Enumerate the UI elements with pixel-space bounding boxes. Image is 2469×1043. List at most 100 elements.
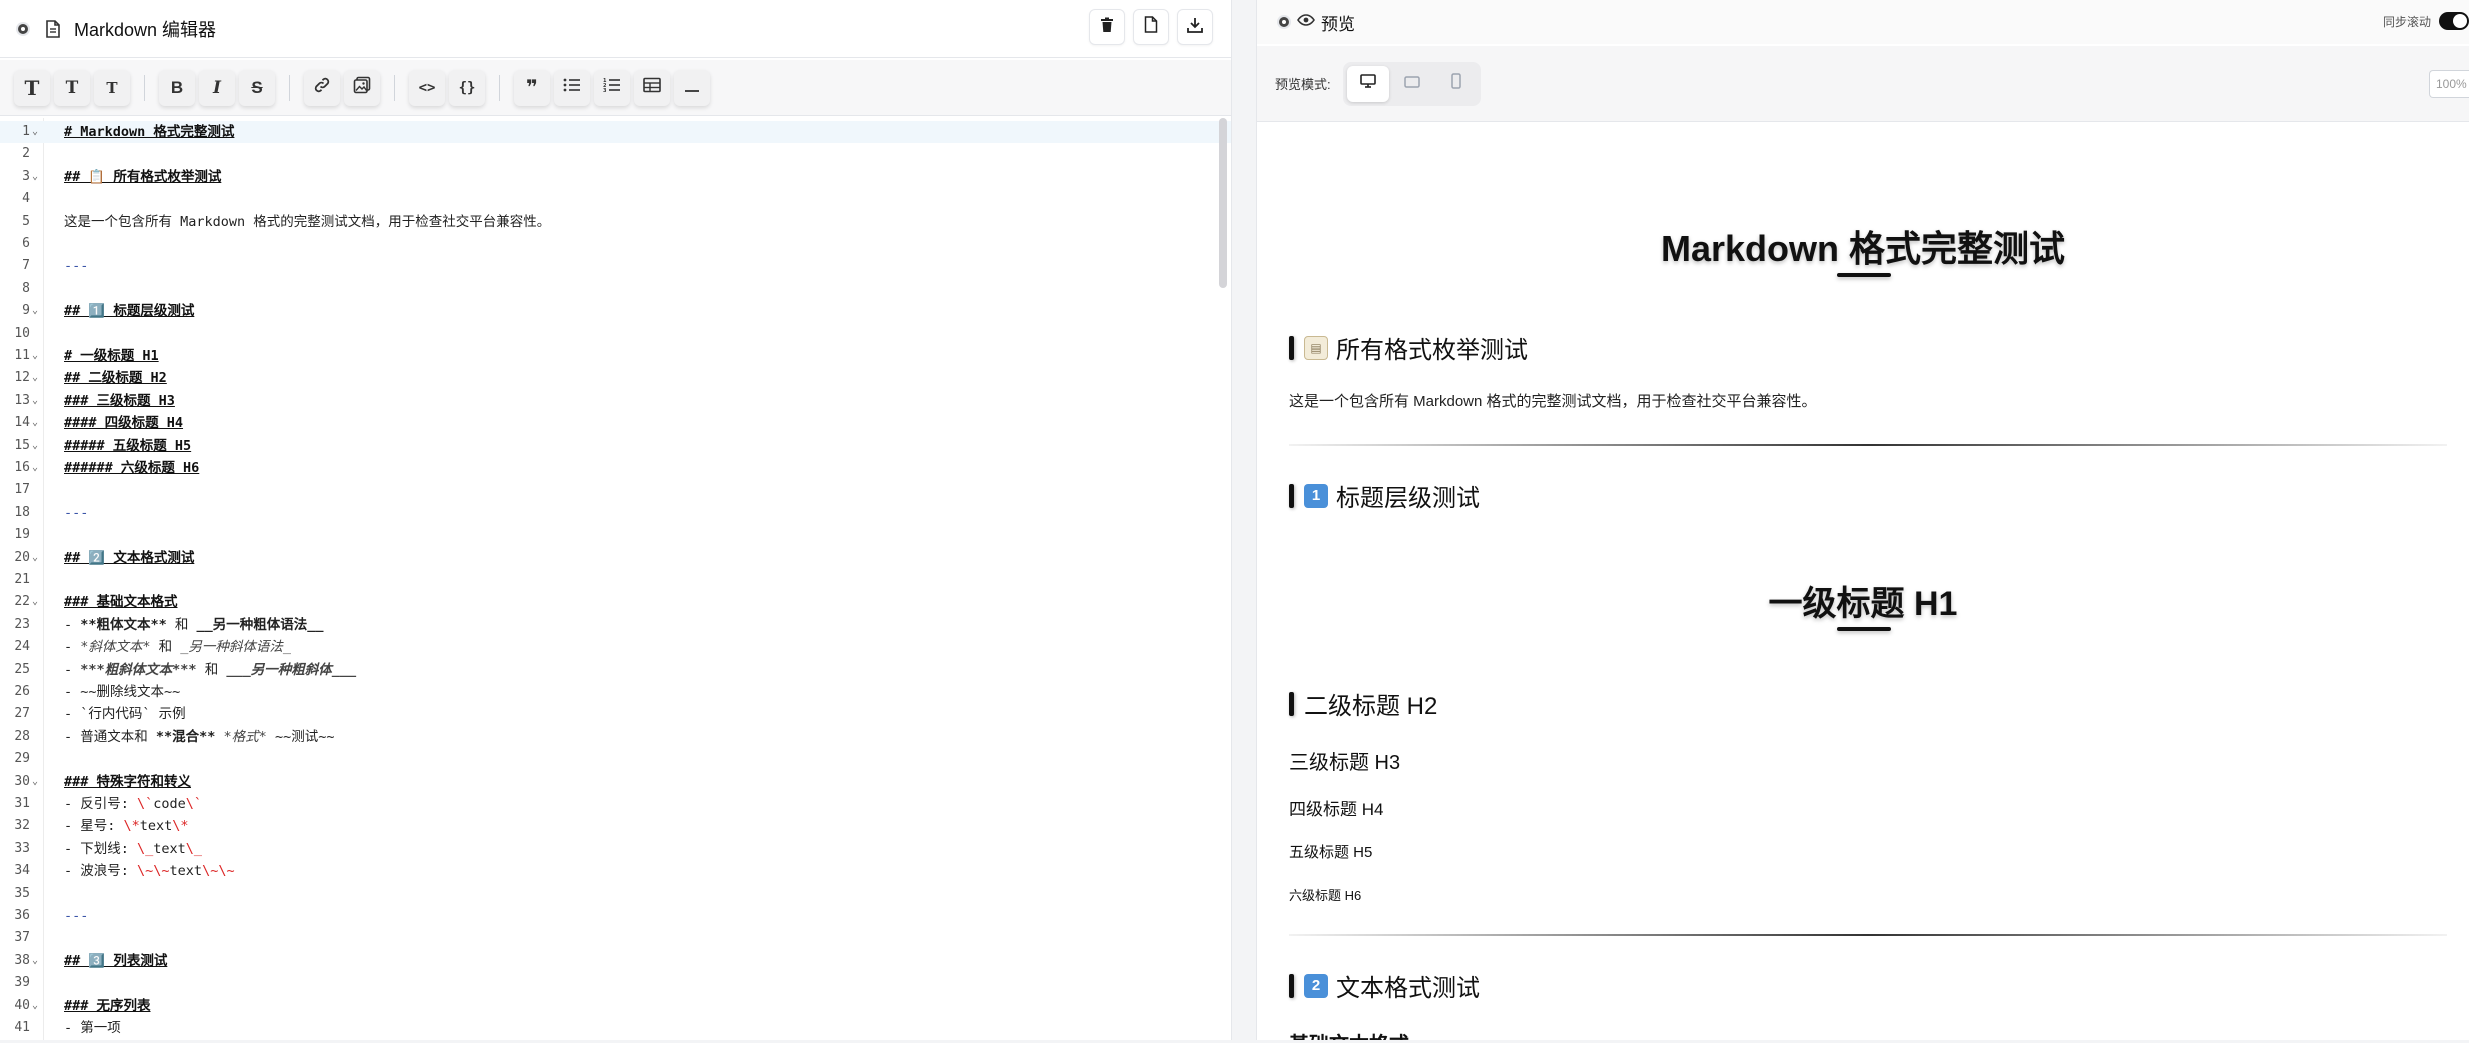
code-line[interactable]: 38 ⌄ ## 3️⃣ 列表测试 xyxy=(0,950,1231,972)
code-line[interactable]: 29 xyxy=(0,748,1231,770)
clear-button[interactable] xyxy=(1089,9,1125,45)
desktop-mode-button[interactable] xyxy=(1346,65,1389,102)
download-icon xyxy=(1187,17,1203,38)
fold-chevron-icon[interactable]: ⌄ xyxy=(32,995,38,1017)
code-line[interactable]: 20 ⌄ ## 2️⃣ 文本格式测试 xyxy=(0,547,1231,569)
code-line[interactable]: 5 这是一个包含所有 Markdown 格式的完整测试文档，用于检查社交平台兼容性… xyxy=(0,211,1231,233)
preview-h3-partial: 基础文本格式 xyxy=(1289,1028,1409,1040)
zoom-input[interactable]: 100% xyxy=(2429,70,2469,98)
line-text: ### 无序列表 xyxy=(64,997,151,1014)
preview-mode-bar: 预览模式: 100% xyxy=(1257,46,2469,122)
new-file-button[interactable] xyxy=(1133,9,1169,45)
line-number: 9 xyxy=(22,303,30,319)
keycap-two-icon: 2 xyxy=(1304,973,1328,998)
code-line[interactable]: 16 ⌄ ###### 六级标题 H6 xyxy=(0,457,1231,479)
inline-code-button[interactable]: <> xyxy=(409,69,445,106)
code-line[interactable]: 15 ⌄ ##### 五级标题 H5 xyxy=(0,435,1231,457)
fold-chevron-icon[interactable]: ⌄ xyxy=(32,591,38,613)
quote-button[interactable]: ❞ xyxy=(514,69,550,106)
code-line[interactable]: 18 --- xyxy=(0,502,1231,524)
code-line[interactable]: 24 - *斜体文本* 和 _另一种斜体语法_ xyxy=(0,636,1231,658)
fold-chevron-icon[interactable]: ⌄ xyxy=(32,457,38,479)
code-line[interactable]: 8 xyxy=(0,278,1231,300)
code-line[interactable]: 2 xyxy=(0,143,1231,165)
code-line[interactable]: 11 ⌄ # 一级标题 H1 xyxy=(0,345,1231,367)
sync-scroll-toggle[interactable] xyxy=(2439,12,2469,30)
fold-chevron-icon[interactable]: ⌄ xyxy=(32,771,38,793)
code-line[interactable]: 21 xyxy=(0,569,1231,591)
code-line[interactable]: 36 --- xyxy=(0,905,1231,927)
unordered-list-button[interactable] xyxy=(554,69,590,106)
code-line[interactable]: 34 - 波浪号: \~\~text\~\~ xyxy=(0,860,1231,882)
code-line[interactable]: 10 xyxy=(0,323,1231,345)
code-block-button[interactable]: {} xyxy=(449,69,485,106)
code-line[interactable]: 33 - 下划线: \_text\_ xyxy=(0,838,1231,860)
code-line[interactable]: 31 - 反引号: \`code\` xyxy=(0,793,1231,815)
fold-chevron-icon[interactable]: ⌄ xyxy=(32,950,38,972)
code-line[interactable]: 7 --- xyxy=(0,255,1231,277)
fold-chevron-icon[interactable]: ⌄ xyxy=(32,547,38,569)
line-number: 23 xyxy=(14,616,30,632)
bold-button[interactable]: B xyxy=(159,69,195,106)
code-line[interactable]: 1 ⌄ # Markdown 格式完整测试 xyxy=(0,121,1231,144)
code-line[interactable]: 28 - 普通文本和 **混合** *格式* ~~测试~~ xyxy=(0,726,1231,748)
code-line[interactable]: 19 xyxy=(0,524,1231,546)
code-line[interactable]: 39 xyxy=(0,972,1231,994)
code-line[interactable]: 17 xyxy=(0,479,1231,501)
monitor-icon xyxy=(1359,74,1376,93)
heading-bar xyxy=(1289,691,1294,716)
fold-chevron-icon[interactable]: ⌄ xyxy=(32,435,38,457)
italic-button[interactable]: I xyxy=(199,69,235,106)
sync-scroll-control: 同步滚动 xyxy=(2383,12,2469,30)
fold-chevron-icon[interactable]: ⌄ xyxy=(32,121,38,143)
link-button[interactable] xyxy=(304,69,340,106)
line-text: - 星号: \*text\* xyxy=(64,818,189,835)
download-button[interactable] xyxy=(1177,9,1213,45)
preview-paragraph: 这是一个包含所有 Markdown 格式的完整测试文档，用于检查社交平台兼容性。 xyxy=(1289,393,1817,410)
code-line[interactable]: 32 - 星号: \*text\* xyxy=(0,815,1231,837)
fold-chevron-icon[interactable]: ⌄ xyxy=(32,412,38,434)
horizontal-rule-button[interactable] xyxy=(674,69,710,106)
code-line[interactable]: 37 xyxy=(0,927,1231,949)
line-number: 25 xyxy=(14,661,30,677)
minus-icon xyxy=(684,78,700,98)
fold-chevron-icon[interactable]: ⌄ xyxy=(32,300,38,322)
code-line[interactable]: 9 ⌄ ## 1️⃣ 标题层级测试 xyxy=(0,300,1231,322)
heading2-button[interactable]: T xyxy=(54,69,90,106)
heading1-button[interactable]: T xyxy=(14,69,50,106)
fold-chevron-icon[interactable]: ⌄ xyxy=(32,367,38,389)
editor-scrollbar[interactable] xyxy=(1219,118,1227,288)
code-line[interactable]: 41 - 第一项 xyxy=(0,1017,1231,1039)
code-line[interactable]: 3 ⌄ ## 📋 所有格式枚举测试 xyxy=(0,166,1231,188)
heading3-button[interactable]: T xyxy=(94,69,130,106)
clipboard-icon: ▤ xyxy=(1304,335,1328,360)
preview-mode-label: 预览模式: xyxy=(1275,77,1331,92)
ordered-list-button[interactable]: 123 xyxy=(594,69,630,106)
code-line[interactable]: 22 ⌄ ### 基础文本格式 xyxy=(0,591,1231,613)
fold-chevron-icon[interactable]: ⌄ xyxy=(32,166,38,188)
markdown-input[interactable]: 1 ⌄ # Markdown 格式完整测试 2 3 ⌄ ## 📋 所有格式枚举测试 4 5 这是一… xyxy=(0,118,1231,1040)
horizontal-rule xyxy=(1289,934,2447,936)
code-line[interactable]: 6 xyxy=(0,233,1231,255)
code-line[interactable]: 26 - ~~删除线文本~~ xyxy=(0,681,1231,703)
h2-text: 二级标题 H2 xyxy=(1304,693,1438,720)
fold-chevron-icon[interactable]: ⌄ xyxy=(32,345,38,367)
table-button[interactable] xyxy=(634,69,670,106)
code-line[interactable]: 30 ⌄ ### 特殊字符和转义 xyxy=(0,771,1231,793)
code-line[interactable]: 12 ⌄ ## 二级标题 H2 xyxy=(0,367,1231,389)
code-line[interactable]: 40 ⌄ ### 无序列表 xyxy=(0,995,1231,1017)
code-line[interactable]: 13 ⌄ ### 三级标题 H3 xyxy=(0,390,1231,412)
mobile-mode-button[interactable] xyxy=(1435,66,1477,102)
image-button[interactable] xyxy=(344,69,380,106)
code-line[interactable]: 27 - `行内代码` 示例 xyxy=(0,703,1231,725)
code-line[interactable]: 23 - **粗体文本** 和 __另一种粗体语法__ xyxy=(0,614,1231,636)
fold-chevron-icon[interactable]: ⌄ xyxy=(32,390,38,412)
code-line[interactable]: 4 xyxy=(0,188,1231,210)
code-line[interactable]: 25 - ***粗斜体文本*** 和 ___另一种粗斜体___ xyxy=(0,659,1231,681)
code-line[interactable]: 35 xyxy=(0,883,1231,905)
strikethrough-button[interactable]: S xyxy=(239,69,275,106)
line-text: - 反引号: \`code\` xyxy=(64,796,203,812)
tablet-mode-button[interactable] xyxy=(1391,66,1433,102)
code-line[interactable]: 14 ⌄ #### 四级标题 H4 xyxy=(0,412,1231,434)
line-text: ## 2️⃣ 文本格式测试 xyxy=(64,549,195,566)
